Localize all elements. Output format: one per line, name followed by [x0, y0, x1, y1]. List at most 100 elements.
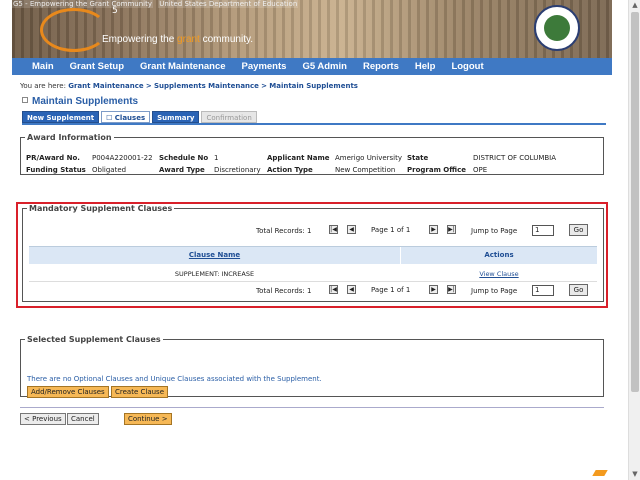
ed-logo-alt: United States Department of Education	[158, 0, 299, 8]
pr-award-label: PR/Award No.	[26, 154, 80, 162]
tagline-highlight: grant	[177, 34, 200, 45]
prev-page-icon[interactable]: ◀	[347, 285, 356, 294]
mandatory-clauses-panel: Mandatory Supplement Clauses Total Recor…	[22, 204, 604, 302]
nav-item-logout[interactable]: Logout	[451, 61, 483, 72]
footer-divider	[20, 407, 604, 408]
first-page-icon[interactable]: |◀	[329, 285, 338, 294]
funding-status-value: Obligated	[92, 166, 127, 174]
applicant-value: Amerigo University	[335, 154, 402, 162]
scroll-up-icon[interactable]: ▲	[630, 0, 640, 10]
nav-item-payments[interactable]: Payments	[242, 61, 287, 72]
next-page-icon[interactable]: ▶	[429, 285, 438, 294]
jump-to-page-label: Jump to Page	[471, 287, 518, 295]
page-icon	[22, 97, 28, 103]
actions-header: Actions	[484, 251, 514, 259]
tab-confirmation: Confirmation	[201, 111, 257, 123]
award-legend: Award Information	[27, 133, 112, 142]
tab-clauses-label: Clauses	[114, 114, 146, 122]
main-nav: Main Grant Setup Grant Maintenance Payme…	[12, 58, 612, 75]
tab-summary[interactable]: Summary	[152, 111, 200, 123]
award-type-value: Discretionary	[214, 166, 261, 174]
tab-clauses[interactable]: ☐ Clauses	[101, 111, 151, 123]
jump-to-page-input[interactable]: 1	[532, 225, 554, 236]
tab-new-supplement[interactable]: New Supplement	[22, 111, 100, 123]
header-banner: G5 - Empowering the Grant Community Unit…	[12, 0, 612, 58]
state-value: DISTRICT OF COLUMBIA	[473, 154, 557, 162]
g5-logo-text: 5	[112, 6, 118, 16]
total-records: Total Records: 1	[256, 287, 312, 295]
last-page-icon[interactable]: ▶|	[447, 285, 456, 294]
nav-item-grant-setup[interactable]: Grant Setup	[70, 61, 124, 72]
tagline: Empowering the grant community.	[102, 34, 253, 45]
award-information-panel: Award Information PR/Award No. P004A2200…	[20, 133, 604, 175]
pager-bottom: Total Records: 1 |◀ ◀ Page 1 of 1 ▶ ▶| J…	[29, 283, 597, 299]
mandatory-legend: Mandatory Supplement Clauses	[29, 204, 173, 213]
nav-item-g5-admin[interactable]: G5 Admin	[302, 61, 347, 72]
tab-doc-icon: ☐	[106, 114, 115, 122]
table-row: SUPPLEMENT: INCREASE View Clause	[29, 266, 597, 282]
corner-decoration	[592, 470, 608, 476]
tab-bar: New Supplement ☐ Clauses Summary Confirm…	[22, 111, 257, 123]
no-clauses-message: There are no Optional Clauses and Unique…	[27, 375, 322, 383]
breadcrumb-prefix: You are here:	[20, 82, 66, 90]
page-of: Page 1 of 1	[371, 286, 411, 294]
breadcrumb-maintain-supplements: Maintain Supplements	[269, 82, 358, 90]
award-type-label: Award Type	[159, 166, 205, 174]
first-page-icon[interactable]: |◀	[329, 225, 338, 234]
selected-clauses-panel: Selected Supplement Clauses There are no…	[20, 335, 604, 398]
seal-tree-icon	[544, 15, 570, 41]
tagline-pre: Empowering the	[102, 34, 178, 45]
scroll-thumb[interactable]	[631, 12, 639, 392]
tagline-post: community.	[199, 34, 254, 45]
g5-logo-alt: G5 - Empowering the Grant Community	[12, 0, 154, 8]
nav-item-help[interactable]: Help	[415, 61, 436, 72]
program-office-label: Program Office	[407, 166, 466, 174]
schedule-value: 1	[214, 154, 219, 162]
total-records: Total Records: 1	[256, 227, 312, 235]
program-office-value: OPE	[473, 166, 488, 174]
action-type-value: New Competition	[335, 166, 396, 174]
continue-button[interactable]: Continue >	[124, 413, 172, 425]
previous-button[interactable]: < Previous	[20, 413, 66, 425]
vertical-scrollbar[interactable]: ▲ ▼	[628, 0, 640, 480]
applicant-label: Applicant Name	[267, 154, 330, 162]
cancel-button[interactable]: Cancel	[67, 413, 99, 425]
pager-top: Total Records: 1 |◀ ◀ Page 1 of 1 ▶ ▶| J…	[29, 223, 597, 239]
schedule-label: Schedule No	[159, 154, 209, 162]
nav-item-grant-maintenance[interactable]: Grant Maintenance	[140, 61, 226, 72]
tab-underline	[22, 123, 606, 125]
jump-to-page-input[interactable]: 1	[532, 285, 554, 296]
pr-award-value: P004A220001-22	[92, 154, 153, 162]
jump-to-page-label: Jump to Page	[471, 227, 518, 235]
page: G5 - Empowering the Grant Community Unit…	[0, 0, 628, 480]
table-header: Clause Name Actions	[29, 246, 597, 265]
go-button[interactable]: Go	[569, 224, 588, 236]
action-type-label: Action Type	[267, 166, 313, 174]
create-clause-button[interactable]: Create Clause	[111, 386, 168, 398]
breadcrumb-grant-maintenance[interactable]: Grant Maintenance	[68, 82, 143, 90]
nav-item-reports[interactable]: Reports	[363, 61, 399, 72]
department-seal-icon	[534, 5, 580, 51]
breadcrumb-separator: >	[261, 82, 268, 90]
clause-name-header[interactable]: Clause Name	[29, 247, 400, 265]
g5-logo-icon	[40, 8, 108, 52]
scroll-down-icon[interactable]: ▼	[630, 469, 640, 479]
page-of: Page 1 of 1	[371, 226, 411, 234]
breadcrumb-separator: >	[145, 82, 152, 90]
state-label: State	[407, 154, 429, 162]
funding-status-label: Funding Status	[26, 166, 86, 174]
prev-page-icon[interactable]: ◀	[347, 225, 356, 234]
page-title: Maintain Supplements	[22, 96, 138, 107]
next-page-icon[interactable]: ▶	[429, 225, 438, 234]
add-remove-clauses-button[interactable]: Add/Remove Clauses	[27, 386, 109, 398]
breadcrumb-supplements-maintenance[interactable]: Supplements Maintenance	[154, 82, 259, 90]
broken-image-alt-text: G5 - Empowering the Grant Community Unit…	[12, 0, 301, 8]
nav-item-main[interactable]: Main	[32, 61, 54, 72]
view-clause-link[interactable]: View Clause	[401, 270, 597, 278]
page-title-text: Maintain Supplements	[32, 96, 139, 107]
go-button[interactable]: Go	[569, 284, 588, 296]
last-page-icon[interactable]: ▶|	[447, 225, 456, 234]
breadcrumb: You are here: Grant Maintenance > Supple…	[20, 82, 358, 90]
clause-name-cell: SUPPLEMENT: INCREASE	[174, 270, 255, 278]
selected-legend: Selected Supplement Clauses	[27, 335, 161, 344]
